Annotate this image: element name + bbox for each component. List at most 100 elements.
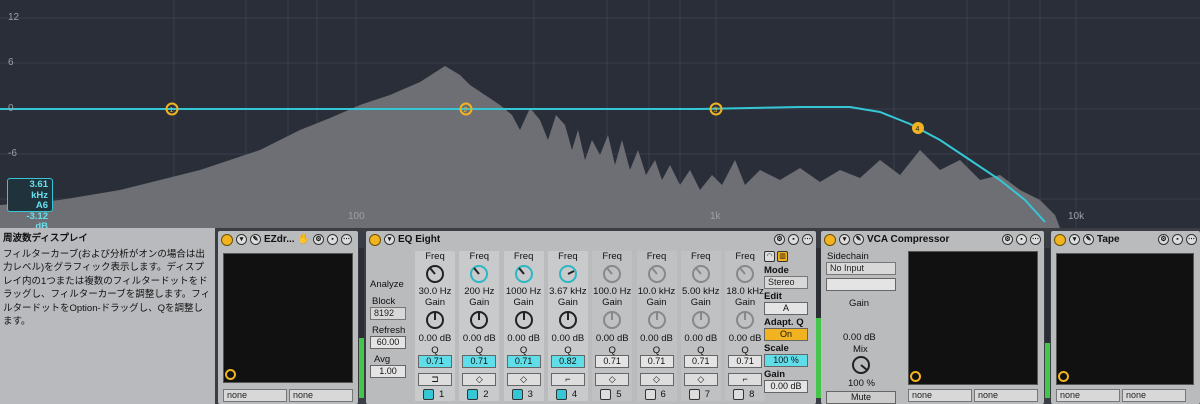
eq-frequency-display[interactable]: 1 2 3 4 12 6 0 -6 100 1k 10k 3.61 kHz A6… xyxy=(0,0,1200,228)
fold-icon[interactable]: ▾ xyxy=(384,234,395,245)
q-value[interactable]: 0.71 xyxy=(728,355,763,368)
save-icon[interactable]: ▪ xyxy=(327,234,339,245)
q-value[interactable]: 0.71 xyxy=(595,355,630,368)
settings-icon[interactable]: ⚙ xyxy=(774,234,785,245)
device-on-button[interactable] xyxy=(369,233,381,246)
freq-knob[interactable] xyxy=(424,263,446,285)
xy-point-icon[interactable] xyxy=(225,369,236,380)
freq-knob[interactable] xyxy=(557,263,579,285)
gain-knob[interactable] xyxy=(468,309,490,331)
xy-point-icon[interactable] xyxy=(910,371,921,382)
q-value[interactable]: 0.71 xyxy=(462,355,497,368)
freq-knob[interactable] xyxy=(601,263,623,285)
compressor-display[interactable] xyxy=(908,251,1038,385)
q-value[interactable]: 0.71 xyxy=(683,355,718,368)
save-icon[interactable]: ▪ xyxy=(788,234,799,245)
filter-shape-icon: ◇ xyxy=(475,374,483,384)
routing-select[interactable]: none xyxy=(1056,389,1120,402)
settings-icon[interactable]: ⚙ xyxy=(313,234,325,245)
q-value[interactable]: 0.82 xyxy=(550,355,585,368)
device-on-button[interactable] xyxy=(824,233,836,246)
device-tape: ▾ ✎ Tape ⚙ ▪ ⋯ none none xyxy=(1051,231,1200,404)
more-icon[interactable]: ⋯ xyxy=(1186,234,1197,245)
gain-knob[interactable] xyxy=(424,309,446,331)
more-icon[interactable]: ⋯ xyxy=(1030,234,1041,245)
gain-knob[interactable] xyxy=(513,309,535,331)
band-on-toggle[interactable] xyxy=(511,389,523,400)
freq-knob[interactable] xyxy=(734,263,756,285)
save-icon[interactable]: ▪ xyxy=(1172,234,1183,245)
headphone-icon[interactable]: ◠ xyxy=(764,251,775,262)
avg-value[interactable]: 1.00 xyxy=(370,365,406,378)
band-on-toggle[interactable] xyxy=(555,389,567,400)
gain-knob[interactable] xyxy=(690,309,712,331)
filter-type-select[interactable]: ◇ xyxy=(595,373,630,386)
settings-icon[interactable]: ⚙ xyxy=(1002,234,1013,245)
filter-type-select[interactable]: ⊐ xyxy=(418,373,452,386)
filter-type-select[interactable]: ◇ xyxy=(506,373,541,386)
band-on-toggle[interactable] xyxy=(423,389,434,400)
adaptq-button[interactable]: On xyxy=(764,328,808,341)
wrench-icon[interactable]: ✎ xyxy=(853,234,864,245)
fold-icon[interactable]: ▾ xyxy=(1069,234,1080,245)
routing-select[interactable]: none xyxy=(223,389,287,402)
band-on-toggle[interactable] xyxy=(688,389,700,400)
settings-icon[interactable]: ⚙ xyxy=(1158,234,1169,245)
q-value[interactable]: 0.71 xyxy=(506,355,541,368)
tape-display[interactable] xyxy=(1056,253,1194,385)
sidechain-input-select[interactable]: No Input xyxy=(826,262,896,275)
scale-value[interactable]: 100 % xyxy=(764,354,808,367)
plugin-display[interactable] xyxy=(223,253,353,383)
output-gain-value[interactable]: 0.00 dB xyxy=(764,380,808,393)
fold-icon[interactable]: ▾ xyxy=(236,234,247,245)
freq-value: 5.00 kHz xyxy=(682,286,720,297)
eq-band-3: Freq 1000 Hz Gain 0.00 dB Q 0.71 ◇ 3 xyxy=(503,251,544,401)
band-on-toggle[interactable] xyxy=(644,389,656,400)
q-value[interactable]: 0.71 xyxy=(418,355,452,368)
mute-button[interactable]: Mute xyxy=(826,391,896,404)
routing-select[interactable]: none xyxy=(289,389,353,402)
refresh-value[interactable]: 60.00 xyxy=(370,336,406,349)
band-on-toggle[interactable] xyxy=(733,389,745,400)
fold-icon[interactable]: ▾ xyxy=(839,234,850,245)
point-label: 3 xyxy=(714,107,718,114)
freq-knob[interactable] xyxy=(468,263,490,285)
filter-type-select[interactable]: ◇ xyxy=(683,373,718,386)
freq-knob[interactable] xyxy=(690,263,712,285)
gain-knob[interactable] xyxy=(734,309,756,331)
wrench-icon[interactable]: ✎ xyxy=(1083,234,1094,245)
routing-select[interactable]: none xyxy=(1122,389,1186,402)
gain-label: Gain xyxy=(424,297,446,308)
band-on-toggle[interactable] xyxy=(467,389,479,400)
routing-select[interactable]: none xyxy=(908,389,972,402)
spectrum-icon[interactable]: ▥ xyxy=(777,251,788,262)
routing-select[interactable]: none xyxy=(974,389,1038,402)
band-on-toggle[interactable] xyxy=(600,389,612,400)
gain-value: 0.00 dB xyxy=(640,333,673,344)
device-on-button[interactable] xyxy=(221,233,233,246)
block-select[interactable]: 8192 xyxy=(370,307,406,320)
more-icon[interactable]: ⋯ xyxy=(341,234,353,245)
wrench-icon[interactable]: ✎ xyxy=(250,234,261,245)
sidechain-sub-select[interactable] xyxy=(826,278,896,291)
filter-type-select[interactable]: ◇ xyxy=(462,373,497,386)
filter-type-select[interactable]: ⌐ xyxy=(550,373,585,386)
xy-point-icon[interactable] xyxy=(1058,371,1069,382)
mix-knob[interactable] xyxy=(850,354,872,376)
hand-icon[interactable]: ✋ xyxy=(298,234,310,245)
gain-knob[interactable] xyxy=(646,309,668,331)
eq-graph[interactable]: 1 2 3 4 xyxy=(0,0,1200,228)
device-on-button[interactable] xyxy=(1054,233,1066,246)
edit-button[interactable]: A xyxy=(764,302,808,315)
q-value[interactable]: 0.71 xyxy=(639,355,674,368)
filter-type-select[interactable]: ⌐ xyxy=(728,373,763,386)
gain-knob[interactable] xyxy=(601,309,623,331)
gain-knob[interactable] xyxy=(557,309,579,331)
freq-knob[interactable] xyxy=(646,263,668,285)
save-icon[interactable]: ▪ xyxy=(1016,234,1027,245)
filter-type-select[interactable]: ◇ xyxy=(639,373,674,386)
freq-knob[interactable] xyxy=(513,263,535,285)
edit-label: Edit xyxy=(764,291,782,302)
more-icon[interactable]: ⋯ xyxy=(802,234,813,245)
mode-select[interactable]: Stereo xyxy=(764,276,808,289)
